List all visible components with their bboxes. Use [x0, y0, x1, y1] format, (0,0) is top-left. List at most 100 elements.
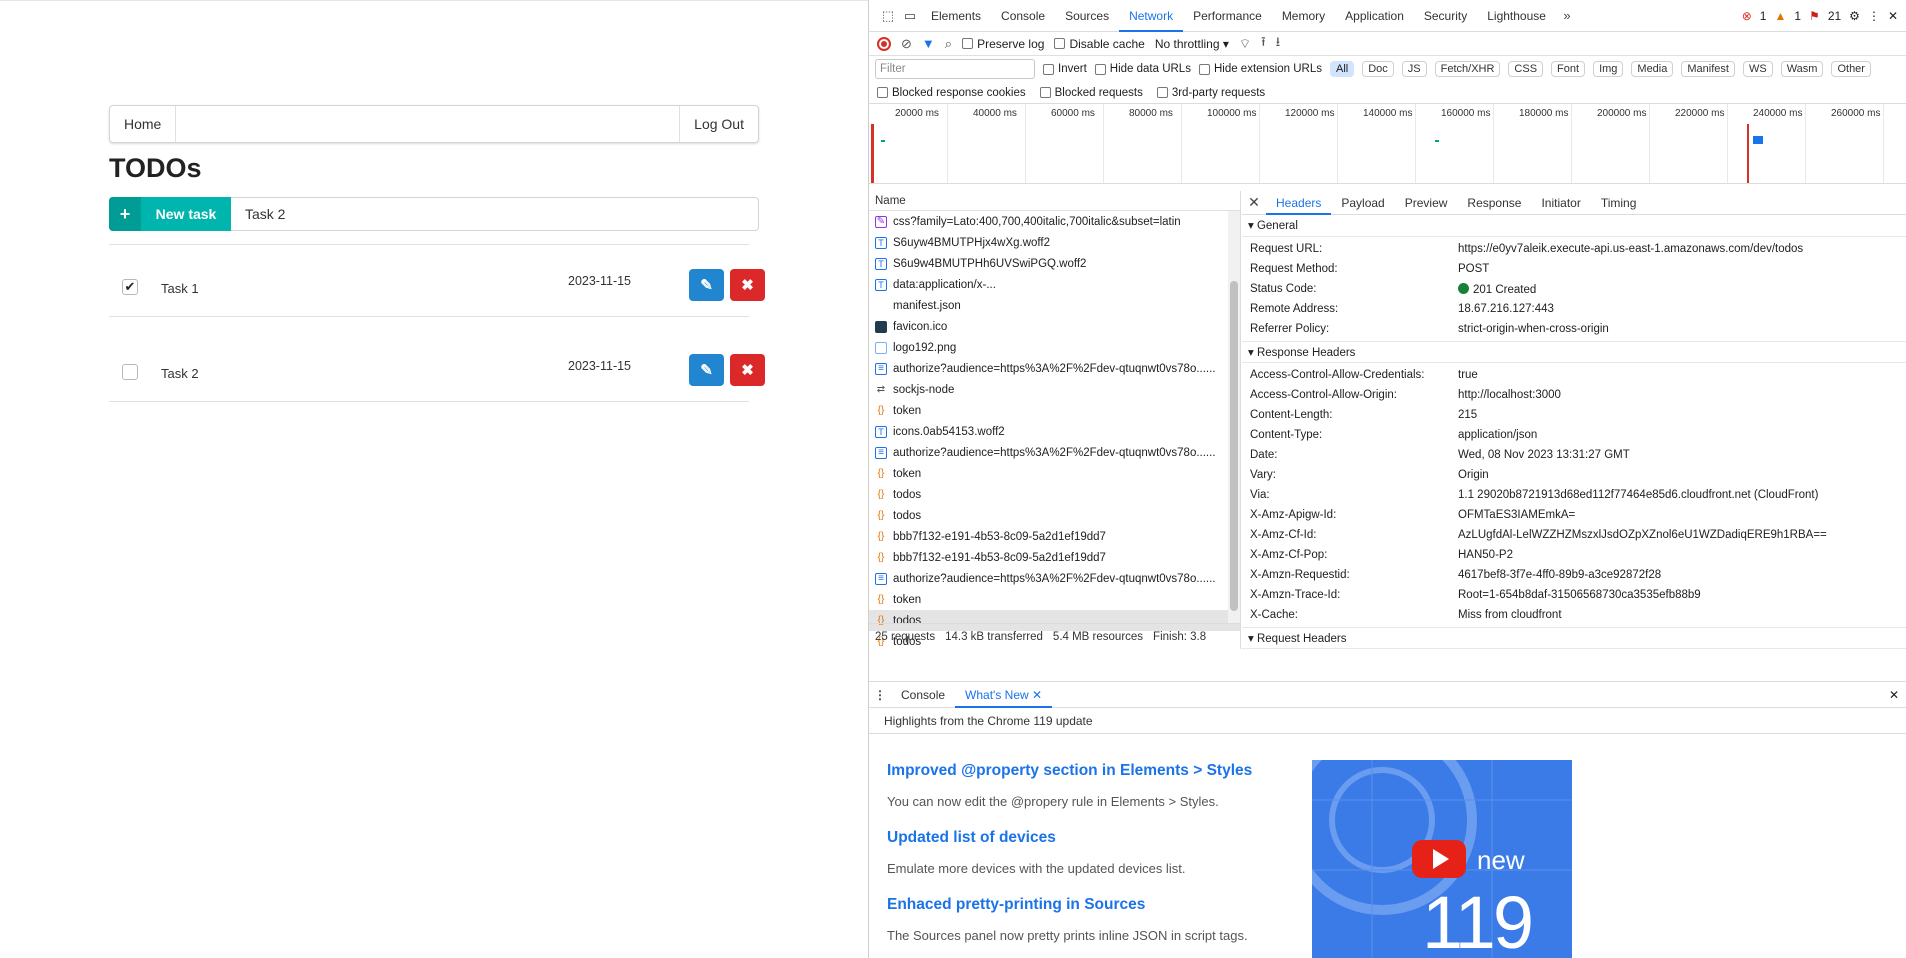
- close-icon[interactable]: ✕: [1888, 9, 1898, 23]
- nav-home-link[interactable]: Home: [110, 106, 177, 142]
- more-tabs-icon[interactable]: »: [1556, 8, 1578, 23]
- type-filter-doc[interactable]: Doc: [1362, 61, 1394, 77]
- request-row[interactable]: ≡ authorize?audience=https%3A%2F%2Fdev-qt…: [869, 568, 1240, 589]
- tab-payload[interactable]: Payload: [1331, 191, 1394, 215]
- type-filter-img[interactable]: Img: [1593, 61, 1624, 77]
- request-headers-toggle[interactable]: ▾ Request Headers: [1242, 627, 1906, 649]
- header-key: X-Cache:: [1250, 609, 1298, 621]
- upload-icon[interactable]: ⭱: [1261, 33, 1266, 55]
- request-row[interactable]: {} bbb7f132-e191-4b53-8c09-5a2d1ef19dd7: [869, 526, 1240, 547]
- tab-application[interactable]: Application: [1335, 0, 1414, 32]
- request-row[interactable]: ⇄ sockjs-node: [869, 379, 1240, 400]
- close-icon[interactable]: ✕: [1242, 194, 1266, 211]
- clear-icon[interactable]: ⊘: [901, 36, 912, 52]
- task-checkbox-checked[interactable]: ✔: [122, 279, 138, 295]
- request-row[interactable]: {} token: [869, 463, 1240, 484]
- kebab-menu-icon[interactable]: ⋮: [869, 688, 891, 702]
- request-row[interactable]: {} todos: [869, 484, 1240, 505]
- new-task-button[interactable]: + New task: [109, 197, 231, 231]
- general-section-toggle[interactable]: ▾ General: [1242, 215, 1906, 237]
- request-row[interactable]: Tdata:application/x-...: [869, 274, 1240, 295]
- header-value: 1.1 29020b8721913d68ed112f77464e85d6.clo…: [1458, 489, 1819, 501]
- tab-security[interactable]: Security: [1414, 0, 1477, 32]
- blocked-requests-checkbox[interactable]: Blocked requests: [1039, 87, 1143, 99]
- hide-extension-urls-checkbox[interactable]: Hide extension URLs: [1198, 63, 1322, 75]
- kebab-menu-icon[interactable]: ⋮: [1868, 9, 1880, 23]
- inspect-element-icon[interactable]: ⬚: [877, 8, 899, 24]
- preserve-log-checkbox[interactable]: Preserve log: [962, 37, 1044, 51]
- tab-performance[interactable]: Performance: [1183, 0, 1272, 32]
- tab-timing[interactable]: Timing: [1591, 191, 1647, 215]
- type-filter-media[interactable]: Media: [1631, 61, 1674, 77]
- request-row[interactable]: {} token: [869, 400, 1240, 421]
- delete-task-button[interactable]: ✖: [730, 354, 765, 386]
- type-filter-fetch[interactable]: Fetch/XHR: [1434, 61, 1501, 77]
- request-name: S6uyw4BMUTPHjx4wXg.woff2: [893, 236, 1051, 249]
- hide-data-urls-checkbox[interactable]: Hide data URLs: [1094, 63, 1191, 75]
- request-row[interactable]: T S6uyw4BMUTPHjx4wXg.woff2: [869, 232, 1240, 253]
- third-party-checkbox[interactable]: 3rd-party requests: [1156, 87, 1265, 99]
- timeline-gridline: [1727, 104, 1728, 183]
- throttling-select[interactable]: No throttling ▾: [1155, 37, 1229, 51]
- request-row[interactable]: Ticons.0ab54153.woff2: [869, 421, 1240, 442]
- tab-console[interactable]: Console: [991, 0, 1055, 32]
- disable-cache-checkbox[interactable]: Disable cache: [1054, 37, 1145, 51]
- request-row[interactable]: favicon.ico: [869, 316, 1240, 337]
- type-filter-ws[interactable]: WS: [1742, 61, 1773, 77]
- type-filter-all[interactable]: All: [1329, 61, 1355, 77]
- request-row[interactable]: ≡ authorize?audience=https%3A%2F%2Fdev-qt…: [869, 442, 1240, 463]
- download-icon[interactable]: ⭳: [1276, 33, 1281, 55]
- type-filter-other[interactable]: Other: [1831, 61, 1871, 77]
- edit-task-button[interactable]: ✎: [689, 269, 724, 301]
- video-thumbnail[interactable]: new 119: [1312, 760, 1572, 958]
- drawer-tab-whats-new[interactable]: What's New ✕: [955, 682, 1053, 708]
- request-row[interactable]: {} todos: [869, 505, 1240, 526]
- scrollbar-thumb[interactable]: [1230, 281, 1238, 611]
- tab-initiator[interactable]: Initiator: [1531, 191, 1590, 215]
- request-row[interactable]: manifest.json: [869, 295, 1240, 316]
- name-column-header[interactable]: Name: [869, 191, 1240, 211]
- tab-sources[interactable]: Sources: [1055, 0, 1119, 32]
- type-filter-manifest[interactable]: Manifest: [1681, 61, 1735, 77]
- search-icon[interactable]: ⌕: [945, 36, 952, 52]
- device-toolbar-icon[interactable]: ▭: [899, 8, 921, 24]
- tab-elements[interactable]: Elements: [921, 0, 991, 32]
- scrollbar[interactable]: [1228, 211, 1240, 623]
- filter-icon[interactable]: ▼: [922, 36, 935, 51]
- edit-task-button[interactable]: ✎: [689, 354, 724, 386]
- tab-network[interactable]: Network: [1119, 0, 1184, 32]
- tab-response[interactable]: Response: [1457, 191, 1531, 215]
- request-row[interactable]: T S6u9w4BMUTPHh6UVSwiPGQ.woff2: [869, 253, 1240, 274]
- issue-badges[interactable]: ⊗ 1 ▲ 1 ⚑ 21 ⚙ ⋮ ✕: [1742, 9, 1906, 23]
- filter-input[interactable]: Filter: [875, 59, 1035, 79]
- type-filter-font[interactable]: Font: [1551, 61, 1586, 77]
- tab-headers[interactable]: Headers: [1266, 191, 1332, 215]
- nav-logout-link[interactable]: Log Out: [679, 106, 758, 142]
- record-icon[interactable]: [877, 36, 891, 51]
- header-key: Request Method:: [1250, 263, 1338, 275]
- request-row[interactable]: ✎ css?family=Lato:400,700,400italic,700it…: [869, 211, 1240, 232]
- blocked-cookies-checkbox[interactable]: Blocked response cookies: [877, 87, 1026, 99]
- invert-checkbox[interactable]: Invert: [1043, 63, 1087, 75]
- tab-memory[interactable]: Memory: [1272, 0, 1335, 32]
- wifi-icon[interactable]: ⌔: [1239, 36, 1251, 52]
- task-checkbox[interactable]: [122, 364, 138, 380]
- request-row[interactable]: logo192.png: [869, 337, 1240, 358]
- type-filter-css[interactable]: CSS: [1508, 61, 1544, 77]
- close-icon[interactable]: ✕: [1032, 688, 1042, 702]
- drawer-tab-console[interactable]: Console: [891, 682, 955, 708]
- request-row[interactable]: {} bbb7f132-e191-4b53-8c09-5a2d1ef19dd7: [869, 547, 1240, 568]
- tab-lighthouse[interactable]: Lighthouse: [1477, 0, 1556, 32]
- response-headers-toggle[interactable]: ▾ Response Headers: [1242, 341, 1906, 363]
- status-text: 201 Created: [1473, 283, 1537, 296]
- tab-preview[interactable]: Preview: [1395, 191, 1458, 215]
- gear-icon[interactable]: ⚙: [1849, 9, 1860, 23]
- type-filter-js[interactable]: JS: [1401, 61, 1427, 77]
- request-row[interactable]: ≡ authorize?audience=https%3A%2F%2Fdev-qt…: [869, 358, 1240, 379]
- request-row[interactable]: {} token: [869, 589, 1240, 610]
- network-timeline[interactable]: 20000 ms 40000 ms 60000 ms 80000 ms 100000 m…: [869, 104, 1906, 184]
- new-task-input[interactable]: [231, 197, 759, 231]
- close-icon[interactable]: ✕: [1889, 688, 1906, 702]
- type-filter-wasm[interactable]: Wasm: [1780, 61, 1824, 77]
- delete-task-button[interactable]: ✖: [730, 269, 765, 301]
